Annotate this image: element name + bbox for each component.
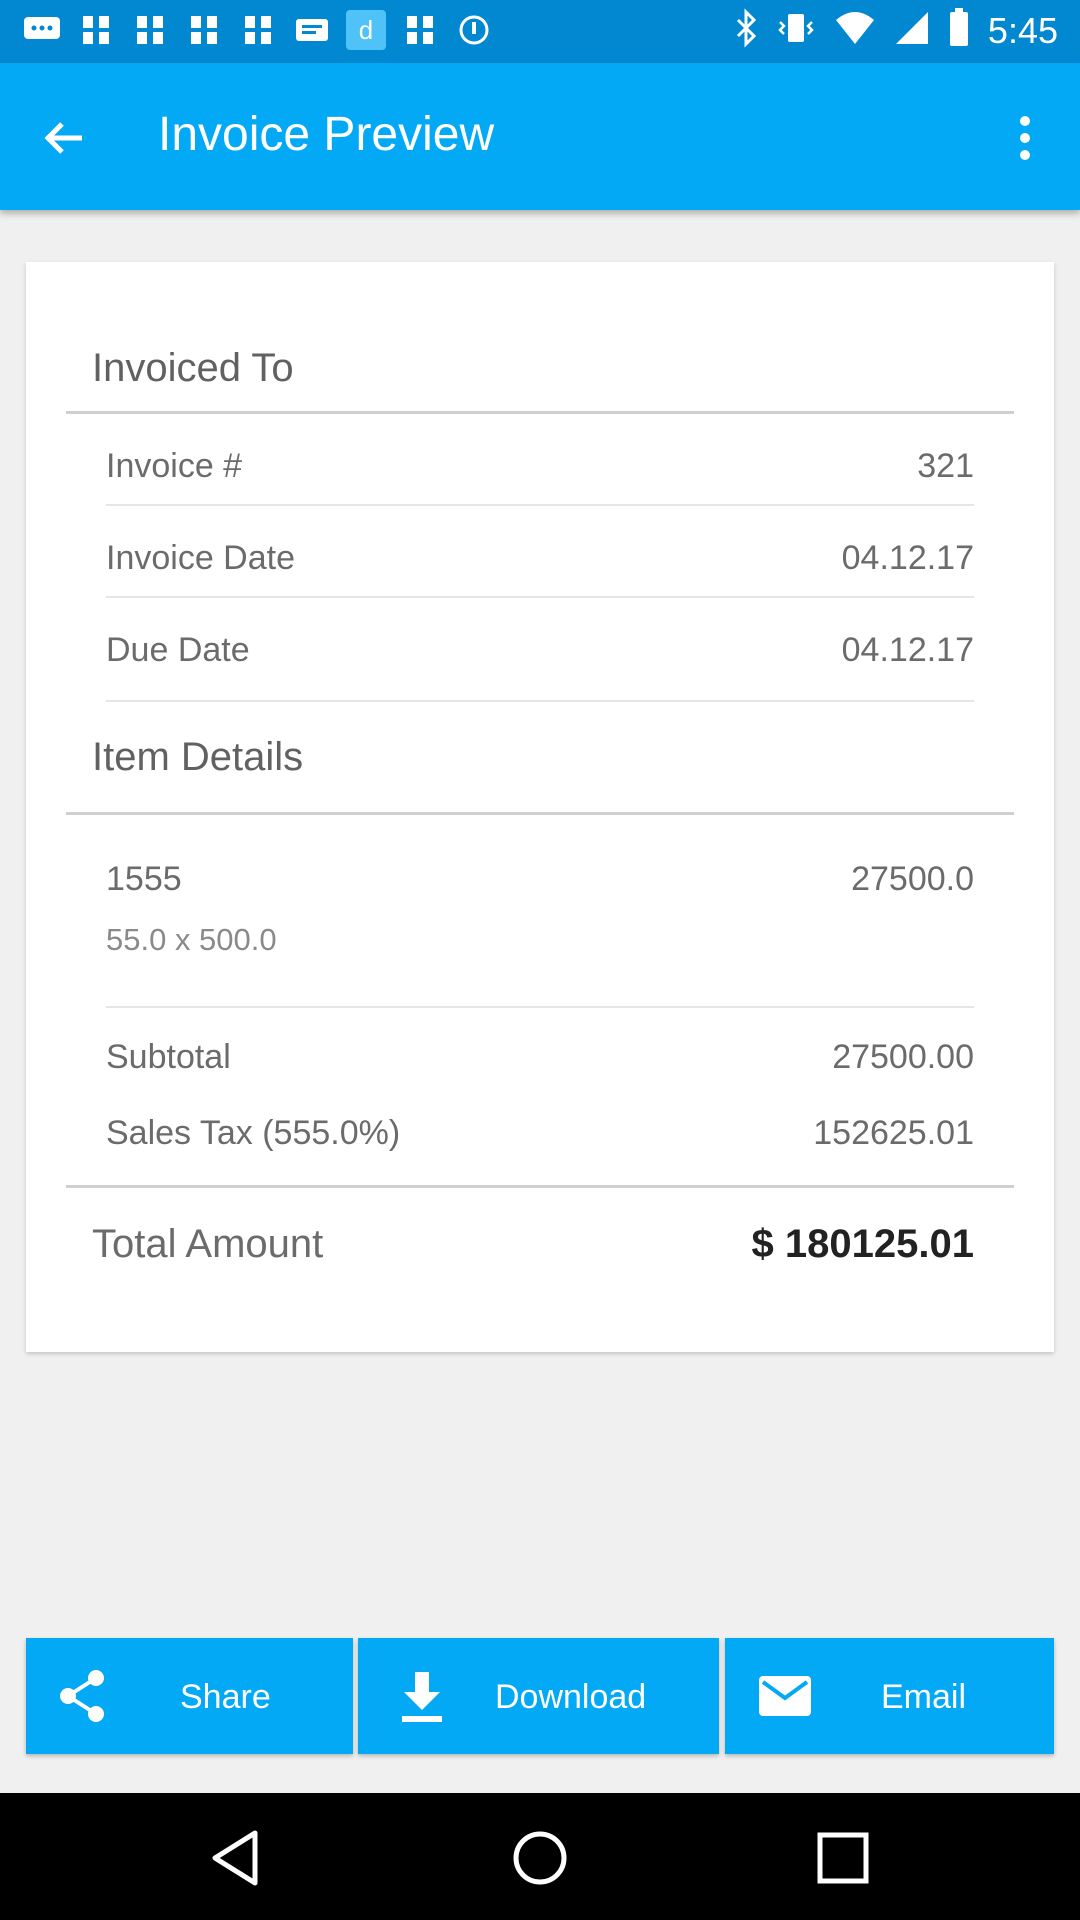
arrow-back-icon[interactable] [40,113,106,163]
message-icon [22,10,62,50]
signal-icon [894,10,930,51]
due-date-value: 04.12.17 [841,631,974,669]
divider [106,700,974,702]
item-name: 1555 [106,860,182,898]
invoice-date-value: 04.12.17 [841,539,974,577]
inbox-icon [292,10,332,50]
back-nav-icon[interactable] [203,1823,273,1893]
share-icon [54,1666,114,1726]
item-calculation: 55.0 x 500.0 [106,922,277,957]
fan-icon [238,10,278,50]
divider [66,1185,1014,1188]
circle-icon [454,10,494,50]
download-button[interactable]: Download [358,1638,719,1754]
share-label: Share [180,1678,271,1716]
battery-icon [948,8,970,53]
fan-icon [130,10,170,50]
svg-text:d: d [359,15,373,45]
fan-icon [184,10,224,50]
bluetooth-icon [734,8,758,53]
download-label: Download [495,1678,647,1716]
fan-icon [400,10,440,50]
invoice-date-label: Invoice Date [106,539,295,577]
total-amount-label: Total Amount [92,1222,324,1266]
email-button[interactable]: Email [725,1638,1054,1754]
status-bar: d 5:45 [0,0,1080,63]
app-d-icon: d [346,10,386,50]
item-details-title: Item Details [92,735,304,779]
divider [106,596,974,598]
system-status: 5:45 [734,8,1058,53]
divider [106,1006,974,1008]
subtotal-label: Subtotal [106,1038,231,1076]
sales-tax-value: 152625.01 [813,1114,974,1152]
fan-icon [76,10,116,50]
subtotal-value: 27500.00 [832,1038,974,1076]
navigation-bar [0,1793,1080,1920]
email-label: Email [881,1678,967,1716]
invoiced-to-title: Invoiced To [92,346,294,390]
notification-icons: d [22,10,494,50]
clock: 5:45 [987,9,1058,51]
divider [66,812,1014,815]
download-icon [392,1666,452,1726]
invoice-card: Invoiced To Invoice # 321 Invoice Date 0… [26,262,1054,1352]
share-button[interactable]: Share [26,1638,353,1754]
page-title: Invoice Preview [158,108,495,161]
total-amount-value: $ 180125.01 [751,1222,974,1266]
vibrate-icon [776,8,816,53]
home-nav-icon[interactable] [505,1823,575,1893]
sales-tax-label: Sales Tax (555.0%) [106,1114,401,1152]
item-amount: 27500.0 [851,860,974,898]
due-date-label: Due Date [106,631,250,669]
app-bar: Invoice Preview [0,63,1080,210]
divider [66,411,1014,414]
email-icon [755,1666,815,1726]
more-vert-icon[interactable] [1010,113,1040,163]
recents-nav-icon[interactable] [808,1823,878,1893]
invoice-number-value: 321 [917,447,974,485]
invoice-number-label: Invoice # [106,447,243,485]
wifi-icon [834,10,876,51]
divider [106,504,974,506]
